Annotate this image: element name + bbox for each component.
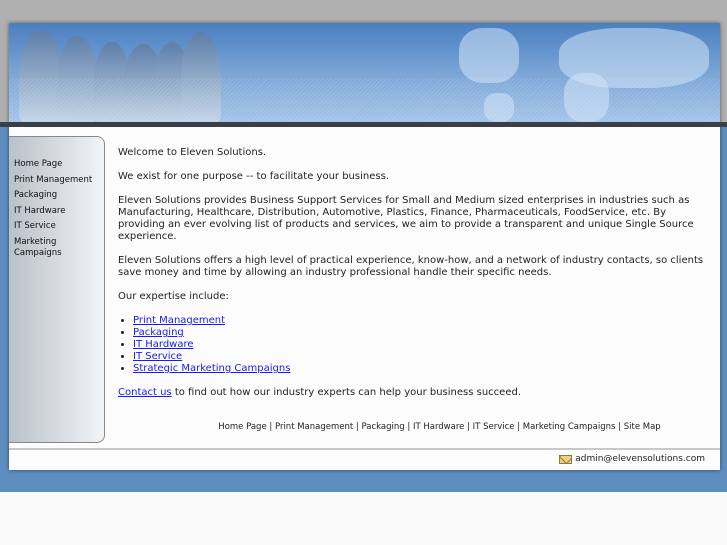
footer-divider <box>9 448 720 450</box>
world-map-image <box>459 28 519 83</box>
footer-link-marketing-campaigns[interactable]: Marketing Campaigns <box>523 422 616 432</box>
expertise-link[interactable]: Strategic Marketing Campaigns <box>133 363 290 374</box>
list-item: IT Hardware <box>133 339 708 351</box>
expertise-intro: Our expertise include: <box>118 291 229 302</box>
intro-paragraph: Eleven Solutions provides Business Suppo… <box>118 195 694 242</box>
sidebar-item-print-management[interactable]: Print Management <box>9 175 104 186</box>
expertise-list: Print Management Packaging IT Hardware I… <box>133 315 708 375</box>
footer-links: Home Page | Print Management | Packaging… <box>218 422 661 432</box>
footer-link-packaging[interactable]: Packaging <box>362 422 405 432</box>
experience-paragraph: Eleven Solutions offers a high level of … <box>118 255 704 278</box>
main-content: Welcome to Eleven Solutions. We exist fo… <box>118 147 708 411</box>
expertise-link[interactable]: Packaging <box>133 327 184 338</box>
footer-email[interactable]: admin@elevensolutions.com <box>575 454 705 464</box>
sidebar-item-home[interactable]: Home Page <box>9 159 104 170</box>
list-item: IT Service <box>133 351 708 363</box>
header-banner <box>9 23 720 122</box>
expertise-link[interactable]: Print Management <box>133 315 225 326</box>
page-container: Home Page Print Management Packaging IT … <box>0 23 727 470</box>
expertise-link[interactable]: IT Hardware <box>133 339 194 350</box>
footer-link-home[interactable]: Home Page <box>218 422 266 432</box>
contact-rest-text: to find out how our industry experts can… <box>171 387 522 398</box>
list-item: Strategic Marketing Campaigns <box>133 363 708 375</box>
footer-link-print-management[interactable]: Print Management <box>275 422 353 432</box>
envelope-icon <box>559 454 573 464</box>
welcome-text: Welcome to Eleven Solutions. <box>118 147 267 158</box>
footer-link-it-service[interactable]: IT Service <box>473 422 515 432</box>
list-item: Packaging <box>133 327 708 339</box>
footer-contact: admin@elevensolutions.com <box>559 454 705 464</box>
sidebar-item-marketing-campaigns[interactable]: Marketing Campaigns <box>9 237 79 259</box>
purpose-text: We exist for one purpose -- to facilitat… <box>118 171 389 182</box>
list-item: Print Management <box>133 315 708 327</box>
expertise-link[interactable]: IT Service <box>133 351 182 362</box>
header-stripe <box>9 78 720 122</box>
contact-link[interactable]: Contact us <box>118 387 172 398</box>
contact-text: Contact us to find out how our industry … <box>118 387 708 399</box>
sidebar-item-it-hardware[interactable]: IT Hardware <box>9 206 104 217</box>
footer-link-it-hardware[interactable]: IT Hardware <box>413 422 464 432</box>
sidebar-item-packaging[interactable]: Packaging <box>9 190 104 201</box>
header-divider <box>0 122 727 127</box>
sidebar-nav: Home Page Print Management Packaging IT … <box>9 136 105 443</box>
footer-link-site-map[interactable]: Site Map <box>624 422 661 432</box>
sidebar-item-it-service[interactable]: IT Service <box>9 221 104 232</box>
